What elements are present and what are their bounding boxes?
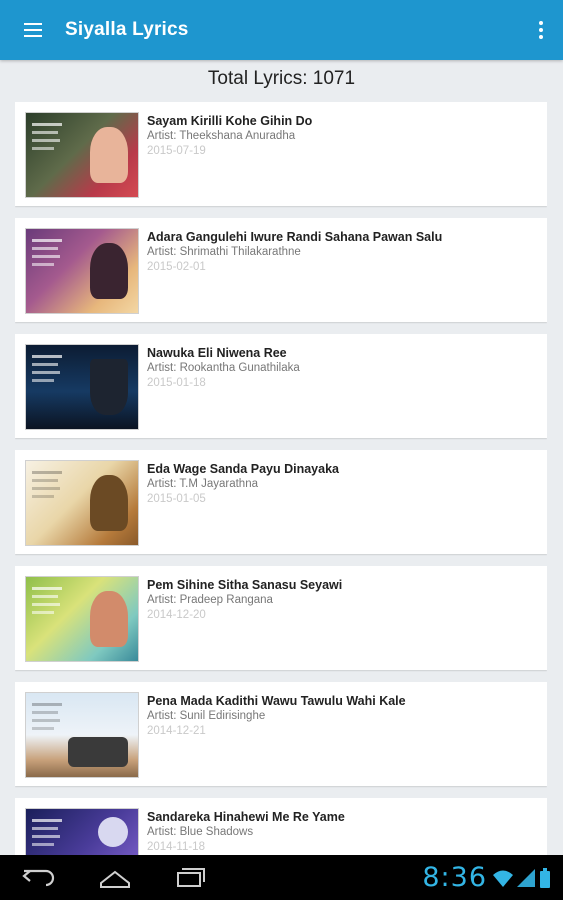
list-item[interactable]: Pem Sihine Sitha Sanasu Seyawi Artist: P…: [15, 566, 547, 670]
song-artist: Artist: Pradeep Rangana: [147, 594, 273, 606]
song-title: Pena Mada Kadithi Wawu Tawulu Wahi Kale: [147, 694, 406, 708]
song-artist: Artist: Blue Shadows: [147, 826, 254, 838]
song-artist: Artist: Shrimathi Thilakarathne: [147, 246, 301, 258]
back-icon[interactable]: [20, 863, 60, 891]
song-date: 2015-01-18: [147, 377, 206, 389]
song-thumbnail: [25, 692, 139, 778]
song-thumbnail: [25, 344, 139, 430]
song-title: Nawuka Eli Niwena Ree: [147, 346, 287, 360]
song-date: 2014-12-21: [147, 725, 206, 737]
song-artist: Artist: Rookantha Gunathilaka: [147, 362, 300, 374]
recent-apps-icon[interactable]: [170, 863, 210, 891]
song-title: Adara Gangulehi Iwure Randi Sahana Pawan…: [147, 230, 443, 244]
song-title: Pem Sihine Sitha Sanasu Seyawi: [147, 578, 343, 592]
home-icon[interactable]: [95, 863, 135, 891]
song-artist: Artist: T.M Jayarathna: [147, 478, 258, 490]
song-title: Sandareka Hinahewi Me Re Yame: [147, 810, 345, 824]
total-lyrics-count: Total Lyrics: 1071: [207, 68, 356, 89]
list-item[interactable]: Pena Mada Kadithi Wawu Tawulu Wahi Kale …: [15, 682, 547, 786]
lyrics-list[interactable]: Sayam Kirilli Kohe Gihin Do Artist: Thee…: [15, 102, 547, 855]
song-thumbnail: [25, 112, 139, 198]
song-thumbnail: [25, 808, 139, 855]
song-date: 2015-01-05: [147, 493, 206, 505]
clock: 8:36: [422, 862, 487, 893]
system-nav-bar: 8:36: [0, 855, 563, 900]
list-item[interactable]: Nawuka Eli Niwena Ree Artist: Rookantha …: [15, 334, 547, 438]
list-item[interactable]: Adara Gangulehi Iwure Randi Sahana Pawan…: [15, 218, 547, 322]
song-date: 2015-02-01: [147, 261, 206, 273]
list-item[interactable]: Sandareka Hinahewi Me Re Yame Artist: Bl…: [15, 798, 547, 855]
song-thumbnail: [25, 460, 139, 546]
song-thumbnail: [25, 228, 139, 314]
song-thumbnail: [25, 576, 139, 662]
song-date: 2015-07-19: [147, 145, 206, 157]
song-date: 2014-12-20: [147, 609, 206, 621]
hamburger-menu-icon[interactable]: [18, 17, 52, 45]
more-vertical-icon[interactable]: [533, 17, 549, 43]
wifi-icon: [493, 870, 513, 887]
app-bar: Siyalla Lyrics: [0, 0, 563, 60]
status-icons: [491, 867, 553, 889]
list-item[interactable]: Eda Wage Sanda Payu Dinayaka Artist: T.M…: [15, 450, 547, 554]
song-title: Sayam Kirilli Kohe Gihin Do: [147, 114, 313, 128]
list-item[interactable]: Sayam Kirilli Kohe Gihin Do Artist: Thee…: [15, 102, 547, 206]
battery-icon: [540, 868, 550, 888]
song-title: Eda Wage Sanda Payu Dinayaka: [147, 462, 339, 476]
song-artist: Artist: Theekshana Anuradha: [147, 130, 296, 142]
song-artist: Artist: Sunil Edirisinghe: [147, 710, 266, 722]
song-date: 2014-11-18: [147, 841, 205, 853]
app-title: Siyalla Lyrics: [65, 19, 189, 40]
signal-icon: [517, 869, 535, 887]
